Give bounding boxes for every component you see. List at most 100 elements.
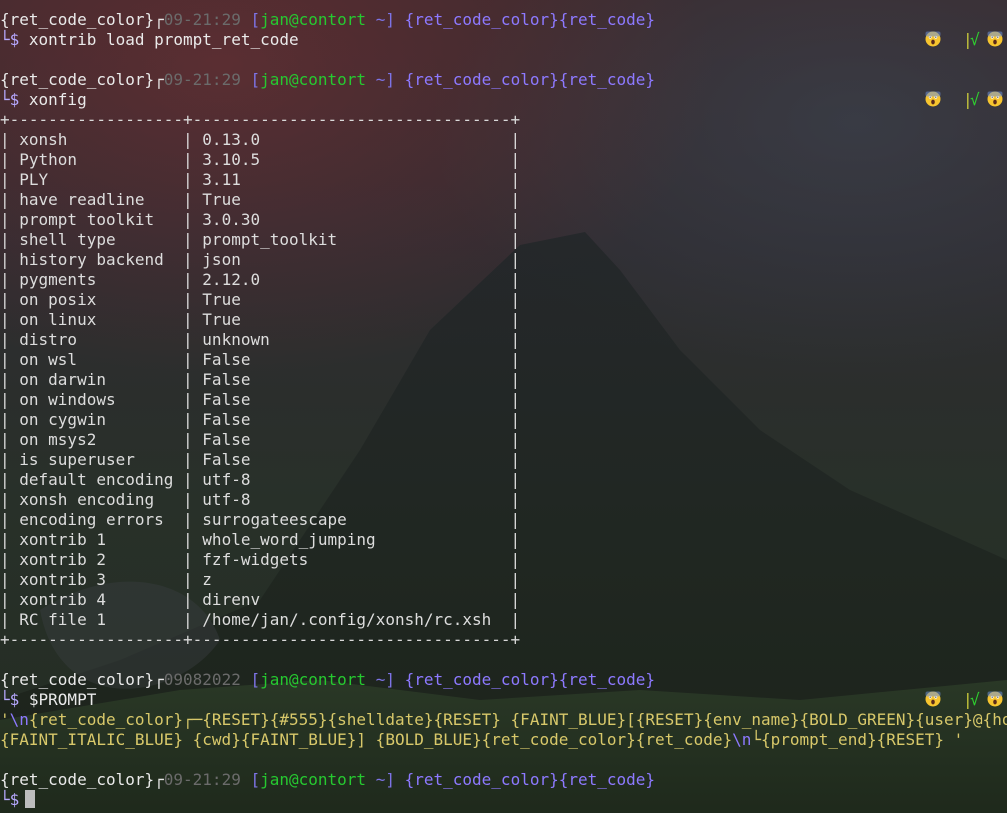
table-border-right: |: [260, 130, 521, 149]
prompt-user-host: jan@contort: [260, 670, 367, 689]
prompt-path: ~: [366, 10, 386, 29]
table-border-left: |: [0, 310, 20, 329]
table-cell-key: xontrib 1: [19, 530, 106, 549]
table-border-mid: |: [96, 430, 203, 449]
table-cell-key: on darwin: [19, 370, 106, 389]
table-row: | on posix | True |: [0, 290, 520, 310]
table-border-right: |: [250, 390, 521, 409]
table-border-mid: |: [105, 410, 203, 429]
table-border-right: |: [269, 330, 521, 349]
table-cell-key: on posix: [19, 290, 97, 309]
table-border-mid: |: [163, 510, 203, 529]
table-row: | RC file 1 | /home/jan/.config/xonsh/rc…: [0, 610, 520, 630]
table-cell-key: prompt toolkit: [19, 210, 155, 229]
table-border-left: |: [0, 430, 20, 449]
prompt-line-4: {ret_code_color}┌09-21:29 [jan@contort ~…: [0, 770, 655, 790]
table-cell-value: False: [202, 370, 251, 389]
table-border-right: |: [491, 610, 521, 629]
table-cell-value: direnv: [202, 590, 261, 609]
table-border-left: |: [0, 250, 20, 269]
table-row: | pygments | 2.12.0 |: [0, 270, 520, 290]
table-row: | is superuser | False |: [0, 450, 520, 470]
table-border-mid: |: [96, 270, 203, 289]
table-border-mid: |: [173, 470, 203, 489]
prompt-date: 09082022: [163, 670, 241, 689]
table-border-right: |: [250, 450, 521, 469]
table-border-mid: |: [134, 450, 203, 469]
table-border-mid: |: [96, 310, 203, 329]
table-cell-key: PLY: [19, 170, 49, 189]
table-cell-key: pygments: [19, 270, 97, 289]
table-border-mid: |: [77, 350, 203, 369]
table-cell-key: Python: [19, 150, 78, 169]
table-border-mid: |: [105, 610, 203, 629]
command-line-1: └$ xontrib load prompt_ret_code: [0, 30, 299, 50]
table-border-mid: |: [105, 550, 203, 569]
table-row: | Python | 3.10.5 |: [0, 150, 520, 170]
prompt-suffix: {ret_code_color}{ret_code}: [394, 770, 656, 789]
prompt-bracket: [: [240, 70, 261, 89]
table-cell-key: xonsh encoding: [19, 490, 155, 509]
table-border-left: |: [0, 290, 20, 309]
table-border-right: |: [250, 490, 521, 509]
prompt-bracket: ]: [385, 70, 395, 89]
table-border-mid: |: [67, 130, 203, 149]
table-border-left: |: [0, 510, 20, 529]
table-border-left: |: [0, 350, 20, 369]
prompt-bracket: ]: [385, 670, 395, 689]
table-cell-key: xontrib 3: [19, 570, 106, 589]
output-text: {ret_code_color}┌─{RESET}{#555}{shelldat…: [28, 710, 1007, 729]
face-screaming-in-fear-icon: [987, 90, 1003, 110]
prompt-path: ~: [366, 670, 386, 689]
prompt-date: 09-21:29: [163, 70, 241, 89]
table-border-mid: |: [105, 370, 203, 389]
prompt-path: ~: [366, 770, 386, 789]
table-cell-key: shell type: [19, 230, 116, 249]
command-line-4[interactable]: └$: [0, 790, 36, 810]
table-cell-key: is superuser: [19, 450, 135, 469]
table-cell-value: z: [202, 570, 212, 589]
table-border-right: |: [250, 350, 521, 369]
table-cell-value: 3.0.30: [202, 210, 261, 229]
prompt-bracket: [: [240, 10, 261, 29]
table-border-left: |: [0, 150, 20, 169]
table-cell-key: xontrib 4: [19, 590, 106, 609]
table-border-right: |: [260, 270, 521, 289]
table-border-right: |: [240, 170, 521, 189]
table-cell-value: True: [202, 190, 241, 209]
prompt-date: 09-21:29: [163, 10, 241, 29]
table-border-left: |: [0, 210, 20, 229]
table-border-left: |: [0, 270, 20, 289]
table-row: | xonsh encoding | utf-8 |: [0, 490, 520, 510]
table-row: | xontrib 1 | whole_word_jumping |: [0, 530, 520, 550]
table-row: | xontrib 2 | fzf-widgets |: [0, 550, 520, 570]
prompt-dollar: └$: [0, 690, 20, 709]
table-cell-value: utf-8: [202, 470, 251, 489]
command-text: $PROMPT: [19, 690, 97, 709]
table-border-mid: |: [115, 230, 203, 249]
table-border-right: |: [211, 570, 521, 589]
table-border-left: |: [0, 490, 20, 509]
table-row: | on darwin | False |: [0, 370, 520, 390]
table-row: | default encoding | utf-8 |: [0, 470, 520, 490]
table-cell-key: RC file 1: [19, 610, 106, 629]
table-cell-key: on windows: [19, 390, 116, 409]
table-row: | prompt toolkit | 3.0.30 |: [0, 210, 520, 230]
table-border-right: |: [250, 410, 521, 429]
table-border-mid: |: [96, 290, 203, 309]
text-cursor[interactable]: [25, 790, 36, 808]
table-border-right: |: [240, 310, 521, 329]
check-icon: √: [970, 30, 980, 49]
prompt-user-host: jan@contort: [260, 10, 367, 29]
table-border-left: |: [0, 190, 20, 209]
table-border-mid: |: [105, 530, 203, 549]
table-cell-key: on msys2: [19, 430, 97, 449]
table-border-left: |: [0, 470, 20, 489]
table-border-left: |: [0, 450, 20, 469]
right-prompt-1: | √: [925, 30, 1007, 50]
prompt-bracket: [: [240, 670, 261, 689]
table-row: | xontrib 3 | z |: [0, 570, 520, 590]
terminal-window: {ret_code_color}┌09-21:29 [jan@contort ~…: [0, 0, 1007, 813]
table-border-left: |: [0, 550, 20, 569]
table-border-mid: |: [144, 190, 203, 209]
